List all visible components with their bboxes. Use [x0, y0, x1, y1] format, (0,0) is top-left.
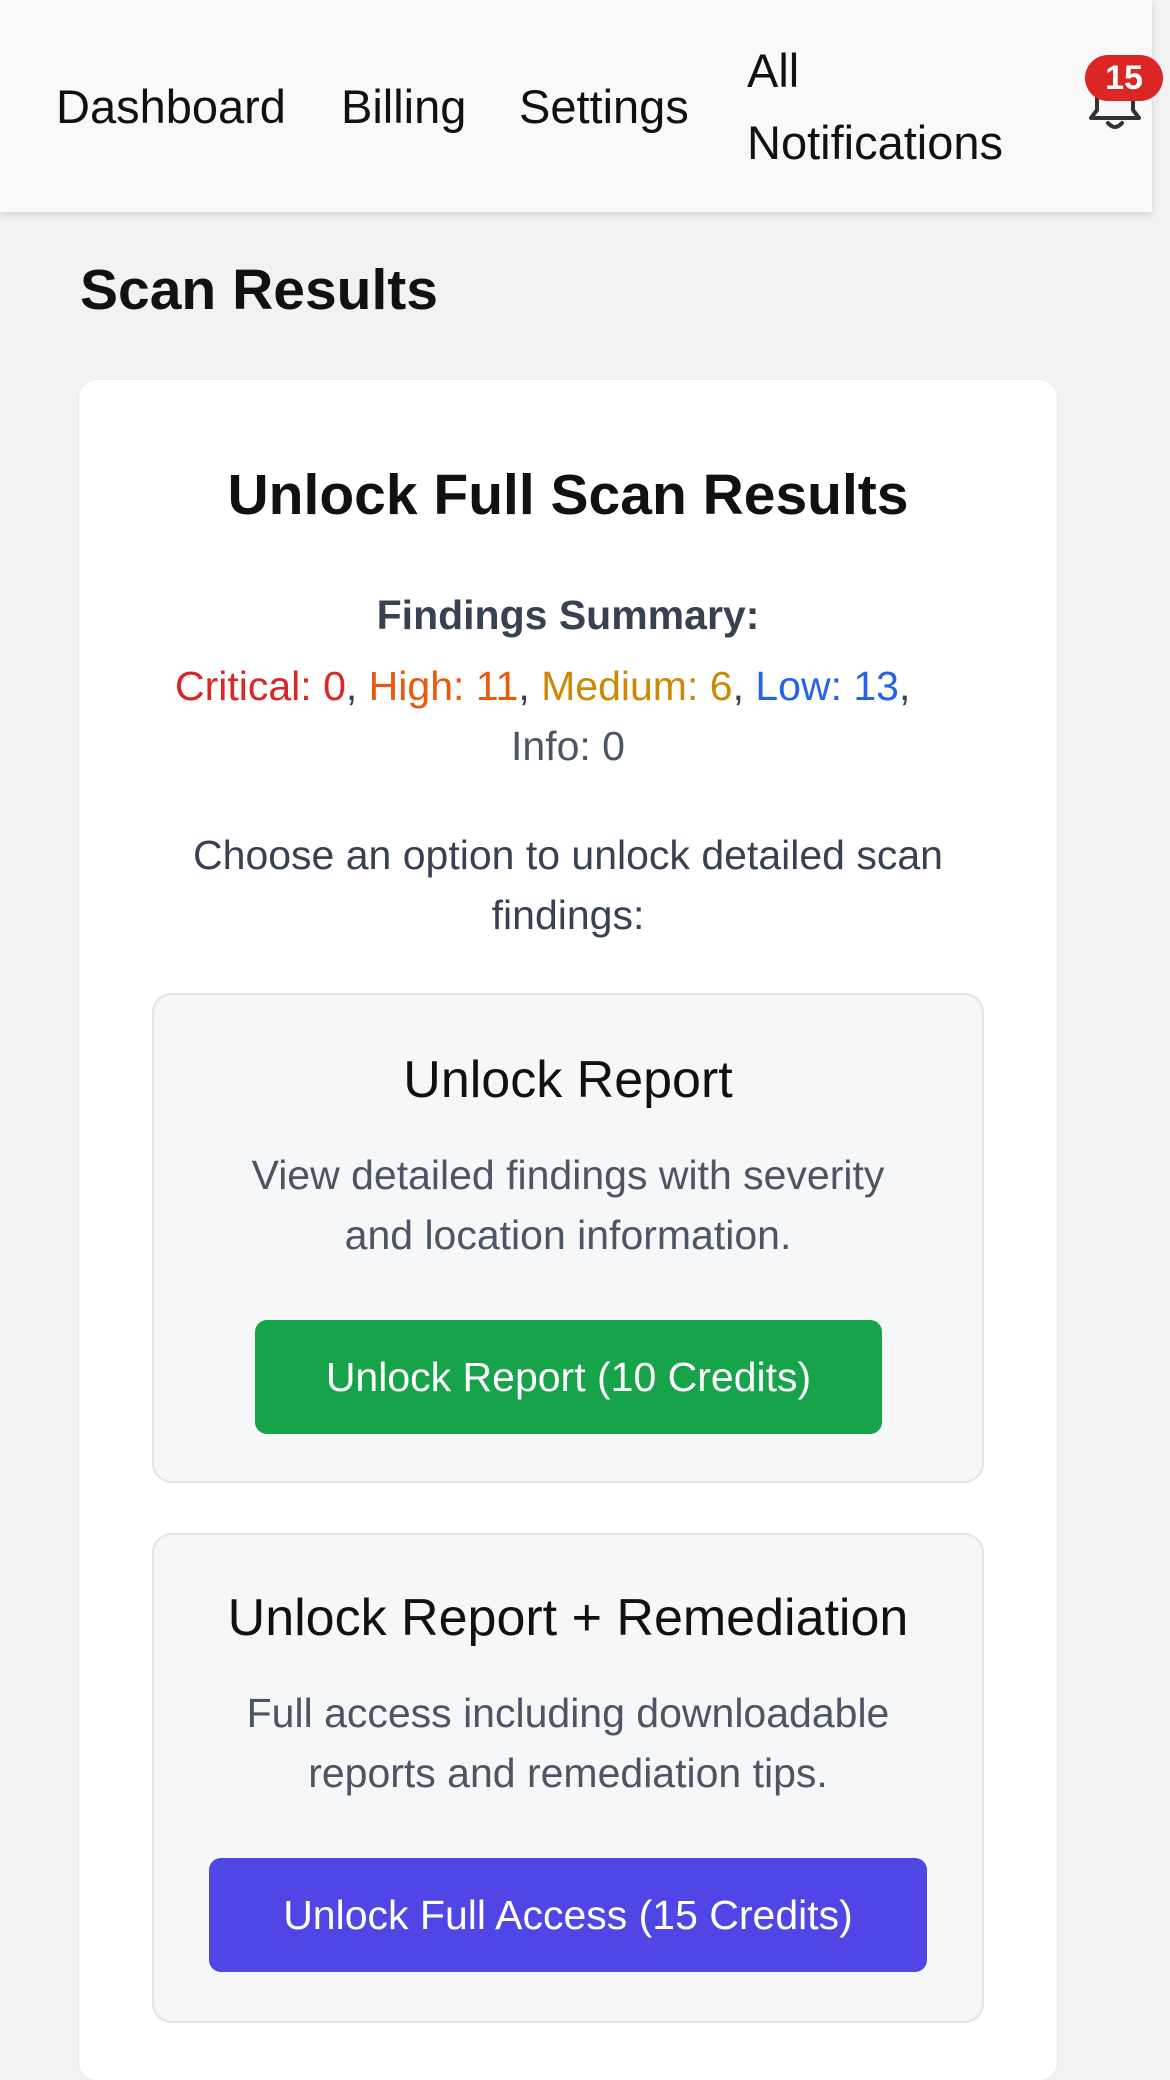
- nav-all-notifications-link[interactable]: All Notifications: [747, 35, 1047, 179]
- unlock-full-access-button[interactable]: Unlock Full Access (15 Credits): [209, 1858, 927, 1972]
- findings-summary-counts: Critical: 0, High: 11, Medium: 6, Low: 1…: [175, 656, 975, 716]
- unlock-prompt: Choose an option to unlock detailed scan…: [79, 825, 1057, 945]
- option-title: Unlock Report: [403, 1051, 733, 1109]
- nav-all-notifications-line2: Notifications: [747, 116, 1003, 169]
- nav-billing-link[interactable]: Billing: [341, 71, 466, 143]
- nav-all-notifications-line1: All: [747, 44, 800, 97]
- findings-summary-title: Findings Summary:: [376, 592, 760, 638]
- option-unlock-report: Unlock Report View detailed findings wit…: [152, 993, 984, 1483]
- severity-high-count: High: 11: [368, 663, 519, 709]
- card-title: Unlock Full Scan Results: [227, 463, 909, 527]
- option-unlock-report-remediation: Unlock Report + Remediation Full access …: [152, 1533, 984, 2023]
- top-navigation-bar: Dashboard Billing Settings All Notificat…: [0, 0, 1163, 212]
- summary-trailing-comma: ,: [898, 663, 911, 709]
- unlock-prompt-line1: Choose an option to unlock detailed scan: [193, 832, 943, 878]
- summary-separator: ,: [732, 663, 756, 709]
- option-description: View detailed findings with severity and…: [214, 1145, 922, 1265]
- notification-count-badge: 15: [1085, 55, 1163, 101]
- option-description-line1: View detailed findings with severity: [251, 1152, 885, 1198]
- option-description-line2: and location information.: [344, 1212, 792, 1258]
- option-description-line1: Full access including downloadable: [246, 1690, 890, 1736]
- option-description-line2: reports and remediation tips.: [308, 1750, 828, 1796]
- unlock-prompt-line2: findings:: [491, 892, 645, 938]
- option-title: Unlock Report + Remediation: [227, 1589, 909, 1647]
- nav-settings-link[interactable]: Settings: [519, 71, 689, 143]
- summary-separator: ,: [345, 663, 369, 709]
- severity-low-count: Low: 13: [755, 663, 899, 709]
- page-title: Scan Results: [80, 258, 438, 322]
- option-description: Full access including downloadable repor…: [214, 1683, 922, 1803]
- severity-medium-count: Medium: 6: [541, 663, 733, 709]
- severity-info-count: Info: 0: [511, 723, 625, 769]
- severity-critical-count: Critical: 0: [175, 663, 346, 709]
- nav-dashboard-link[interactable]: Dashboard: [56, 71, 286, 143]
- summary-separator: ,: [518, 663, 542, 709]
- unlock-report-button[interactable]: Unlock Report (10 Credits): [255, 1320, 882, 1434]
